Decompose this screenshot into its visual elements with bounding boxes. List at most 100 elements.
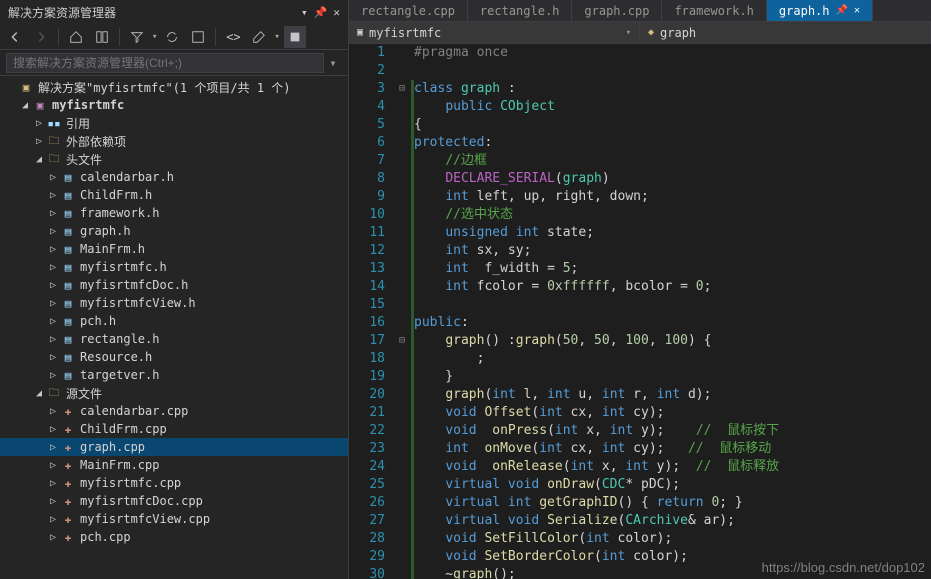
tab-rectangle-cpp[interactable]: rectangle.cpp xyxy=(349,0,468,21)
tree-item[interactable]: ▷▤graph.h xyxy=(0,222,348,240)
code-line[interactable]: virtual void Serialize(CArchive& ar); xyxy=(414,512,931,530)
preview-button[interactable] xyxy=(284,26,306,48)
code-line[interactable]: DECLARE_SERIAL(graph) xyxy=(414,170,931,188)
code-line[interactable]: public CObject xyxy=(414,98,931,116)
tree-item[interactable]: ▷✚calendarbar.cpp xyxy=(0,402,348,420)
code-line[interactable]: } xyxy=(414,368,931,386)
fold-icon xyxy=(393,44,411,62)
close-icon[interactable]: ✕ xyxy=(333,6,340,19)
tree-item[interactable]: ▷▤ChildFrm.h xyxy=(0,186,348,204)
sync-button[interactable] xyxy=(161,26,183,48)
home-button[interactable] xyxy=(65,26,87,48)
fold-icon xyxy=(393,368,411,386)
panel-title: 解决方案资源管理器 xyxy=(8,4,116,21)
code-line[interactable] xyxy=(414,62,931,80)
tree-item[interactable]: ▷▤targetver.h xyxy=(0,366,348,384)
tree-item[interactable]: ▷✚pch.cpp xyxy=(0,528,348,546)
code-line[interactable]: graph() :graph(50, 50, 100, 100) { xyxy=(414,332,931,350)
search-input[interactable] xyxy=(6,53,324,73)
tree-item[interactable]: ▷▤rectangle.h xyxy=(0,330,348,348)
solution-explorer: 解决方案资源管理器 ▾ 📌 ✕ ▾ <> ▾ ▾ ▣解决方案"myfisrtmf… xyxy=(0,0,349,579)
fold-icon xyxy=(393,278,411,296)
tree-item[interactable]: ▷▪▪引用 xyxy=(0,114,348,132)
tree-item-label: 引用 xyxy=(66,115,90,132)
code-line[interactable]: void SetFillColor(int color); xyxy=(414,530,931,548)
tree-item[interactable]: ◢▣myfisrtmfc xyxy=(0,96,348,114)
pin-icon[interactable]: 📌 xyxy=(314,6,328,19)
tab-graph-cpp[interactable]: graph.cpp xyxy=(572,0,662,21)
fwd-button[interactable] xyxy=(30,26,52,48)
collapse-all-button[interactable] xyxy=(187,26,209,48)
pin-icon[interactable]: 📌 xyxy=(836,5,848,16)
project-icon: ▣ xyxy=(357,27,363,38)
code-line[interactable]: ~graph(); xyxy=(414,566,931,579)
src-icon: ✚ xyxy=(60,513,76,526)
tab-graph-h[interactable]: graph.h📌✕ xyxy=(767,0,873,21)
header-icon: ▤ xyxy=(60,261,76,274)
tree-item[interactable]: ▷▤calendarbar.h xyxy=(0,168,348,186)
fold-icon xyxy=(393,170,411,188)
dropdown-icon[interactable]: ▾ xyxy=(301,6,308,19)
fold-glyphs[interactable]: ⊟⊟ xyxy=(393,44,411,579)
show-all-button[interactable]: <> xyxy=(222,26,244,48)
code-line[interactable]: graph(int l, int u, int r, int d); xyxy=(414,386,931,404)
code-line[interactable]: void Offset(int cx, int cy); xyxy=(414,404,931,422)
search-dropdown-icon[interactable]: ▾ xyxy=(324,56,342,70)
code-line[interactable]: //边框 xyxy=(414,152,931,170)
code-line[interactable]: unsigned int state; xyxy=(414,224,931,242)
code-line[interactable]: virtual int getGraphID() { return 0; } xyxy=(414,494,931,512)
tree-item[interactable]: ▷▤pch.h xyxy=(0,312,348,330)
code-line[interactable]: int f_width = 5; xyxy=(414,260,931,278)
code-line[interactable]: void onPress(int x, int y); // 鼠标按下 xyxy=(414,422,931,440)
header-icon: ▤ xyxy=(60,243,76,256)
nav-project[interactable]: ▣ myfisrtmfc ▾ xyxy=(349,22,640,43)
code-line[interactable]: class graph : xyxy=(414,80,931,98)
code-line[interactable]: virtual void onDraw(CDC* pDC); xyxy=(414,476,931,494)
tree-item[interactable]: ◢🗀源文件 xyxy=(0,384,348,402)
code-line[interactable]: #pragma once xyxy=(414,44,931,62)
tree-item[interactable]: ▷▤Resource.h xyxy=(0,348,348,366)
code-line[interactable]: int sx, sy; xyxy=(414,242,931,260)
tree-item[interactable]: ▷▤MainFrm.h xyxy=(0,240,348,258)
code-line[interactable]: public: xyxy=(414,314,931,332)
tree-item[interactable]: ▷✚myfisrtmfc.cpp xyxy=(0,474,348,492)
code-line[interactable]: //选中状态 xyxy=(414,206,931,224)
code-line[interactable]: ; xyxy=(414,350,931,368)
tree-item[interactable]: ▣解决方案"myfisrtmfc"(1 个项目/共 1 个) xyxy=(0,78,348,96)
tab-framework-h[interactable]: framework.h xyxy=(662,0,766,21)
code-line[interactable]: int fcolor = 0xffffff, bcolor = 0; xyxy=(414,278,931,296)
fold-icon xyxy=(393,152,411,170)
tree-item[interactable]: ▷▤myfisrtmfcView.h xyxy=(0,294,348,312)
back-button[interactable] xyxy=(4,26,26,48)
fold-icon[interactable]: ⊟ xyxy=(393,332,411,350)
tree-item[interactable]: ▷🗀外部依赖项 xyxy=(0,132,348,150)
code-line[interactable] xyxy=(414,296,931,314)
tree-item[interactable]: ▷✚ChildFrm.cpp xyxy=(0,420,348,438)
switch-view-button[interactable] xyxy=(91,26,113,48)
tree-item[interactable]: ▷▤myfisrtmfcDoc.h xyxy=(0,276,348,294)
tree-item[interactable]: ▷✚MainFrm.cpp xyxy=(0,456,348,474)
editor[interactable]: 1234567891011121314151617181920212223242… xyxy=(349,44,931,579)
nav-scope[interactable]: ◆ graph xyxy=(640,22,931,43)
tree-item[interactable]: ▷✚myfisrtmfcDoc.cpp xyxy=(0,492,348,510)
code-line[interactable]: int left, up, right, down; xyxy=(414,188,931,206)
tree-item[interactable]: ▷✚graph.cpp xyxy=(0,438,348,456)
tree-item[interactable]: ◢🗀头文件 xyxy=(0,150,348,168)
tree-item[interactable]: ▷✚myfisrtmfcView.cpp xyxy=(0,510,348,528)
filter-button[interactable] xyxy=(126,26,148,48)
code-line[interactable]: { xyxy=(414,116,931,134)
code-body[interactable]: #pragma once class graph : public CObject… xyxy=(414,44,931,579)
code-line[interactable]: void SetBorderColor(int color); xyxy=(414,548,931,566)
fold-icon[interactable]: ⊟ xyxy=(393,80,411,98)
close-icon[interactable]: ✕ xyxy=(854,5,860,16)
tree-item-label: targetver.h xyxy=(80,368,159,382)
code-line[interactable]: int onMove(int cx, int cy); // 鼠标移动 xyxy=(414,440,931,458)
tree-view[interactable]: ▣解决方案"myfisrtmfc"(1 个项目/共 1 个)◢▣myfisrtm… xyxy=(0,76,348,579)
tab-rectangle-h[interactable]: rectangle.h xyxy=(468,0,572,21)
properties-button[interactable] xyxy=(248,26,270,48)
header-icon: ▤ xyxy=(60,171,76,184)
code-line[interactable]: protected: xyxy=(414,134,931,152)
tree-item[interactable]: ▷▤myfisrtmfc.h xyxy=(0,258,348,276)
code-line[interactable]: void onRelease(int x, int y); // 鼠标释放 xyxy=(414,458,931,476)
tree-item[interactable]: ▷▤framework.h xyxy=(0,204,348,222)
